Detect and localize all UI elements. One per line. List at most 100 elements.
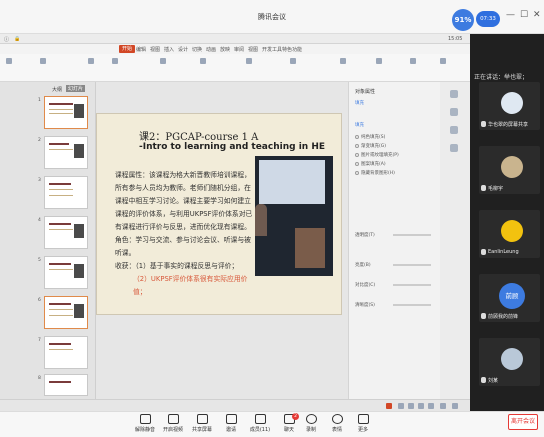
fill-option: 纯色填充(S) (355, 134, 385, 140)
screen-share-icon (481, 121, 486, 127)
slide-paragraph: 角色：学习与交流、参与讨论会议、听课与被听课。 (115, 236, 251, 257)
avatar (501, 92, 523, 114)
align-icon (200, 58, 206, 64)
fill-option: 图案填充(A) (355, 161, 386, 167)
mic-muted-icon (481, 313, 486, 319)
menu-item: 设计 (178, 47, 189, 53)
play-icon (428, 403, 434, 409)
lecturer-figure (255, 204, 267, 236)
minimize-icon[interactable]: — (506, 10, 515, 20)
meeting-title-bar: 腾讯会议 91% 07:33 — ☐ ✕ (0, 0, 544, 34)
layout-icon (88, 58, 94, 64)
menu-item: 特色功能 (282, 47, 303, 53)
podium (295, 228, 325, 268)
menu-item: 插入 (164, 47, 175, 53)
participant-tile[interactable]: 华也翠的屏幕共享 (479, 82, 540, 130)
more-icon (357, 414, 369, 424)
sharpness-slider (393, 304, 431, 306)
transparency-slider (393, 234, 431, 236)
mic-muted-icon (481, 249, 486, 255)
menu-item: 动画 (206, 47, 217, 53)
slide-paragraph: （2）UKPSF评价体系很有实际应用价值； (133, 275, 248, 296)
slide-number: 6 (38, 298, 41, 303)
performance-gauge[interactable]: 91% (452, 9, 474, 31)
slide-title: 课2：PGCAP-course 1 A (139, 132, 259, 143)
emoji-icon (331, 414, 343, 424)
object-properties-pane: 对象属性 填充 填充 纯色填充(S) 渐变填充(G) 图片或纹理填充(P) 图案… (348, 82, 440, 399)
more-button[interactable]: 更多 (346, 414, 380, 433)
slide-thumbnail (44, 176, 88, 209)
participant-name: 华也翠的屏幕共享 (488, 122, 529, 128)
presenter-status-bar (0, 399, 470, 411)
bold-icon (160, 58, 166, 64)
slide-thumbnail (44, 336, 88, 369)
zoom-icon (440, 403, 446, 409)
presenter-system-bar: ⓘ 🔒 15:05 (0, 34, 470, 44)
menu-item: 放映 (220, 47, 231, 53)
replace-icon (410, 58, 416, 64)
menu-item: 视图 (248, 47, 259, 53)
shape-icon (290, 58, 296, 64)
menu-item: 审阅 (234, 47, 245, 53)
slider-label: 亮度(B) (355, 263, 371, 268)
view-normal-icon (398, 403, 404, 409)
participant-tile[interactable]: EanlinLeung (479, 210, 540, 258)
maximize-icon[interactable]: ☐ (520, 10, 528, 20)
textbox-icon (246, 58, 252, 64)
slide-thumbnail (44, 374, 88, 396)
participant-tile[interactable]: 刘某 (479, 338, 540, 386)
fill-option: 图片或纹理填充(P) (355, 152, 399, 158)
slide-paragraph: 课程属性：该课程为格大新晋教师培训课程，所有参与人员均为教师。老师们随机分组，在… (115, 171, 253, 231)
close-icon[interactable]: ✕ (533, 10, 541, 20)
participant-tile[interactable]: 前顾 前顾我的前锋 (479, 274, 540, 322)
projector-screen (259, 160, 325, 204)
avatar (501, 348, 523, 370)
wps-logo-icon (386, 403, 392, 409)
mic-muted-icon (481, 377, 486, 383)
slide-thumbnail (44, 96, 88, 129)
slide-body: 课程属性：该课程为格大新晋教师培训课程，所有参与人员均为教师。老师们随机分组，在… (115, 169, 257, 299)
slide-subtitle: -Intro to learning and teaching in HE (139, 142, 325, 152)
participant-tile[interactable]: 毛柳宇 (479, 146, 540, 194)
slide-thumbnail-pane: 大纲 幻灯片 1 2 3 4 5 6 7 8 (0, 82, 96, 399)
menu-start-tab: 开始 (119, 45, 136, 53)
slide-thumbnail (44, 256, 88, 289)
view-sorter-icon (408, 403, 414, 409)
mic-icon (139, 414, 151, 424)
presenter-ribbon (0, 54, 470, 82)
meeting-timer: 07:33 (476, 11, 500, 27)
slide-number: 8 (38, 376, 41, 381)
brightness-slider (393, 264, 431, 266)
fill-option: 隐藏背景图形(H) (355, 170, 395, 176)
view-reading-icon (418, 403, 424, 409)
slide-number: 1 (38, 98, 41, 103)
invite-icon (225, 414, 237, 424)
menu-item: 开发工具 (262, 47, 283, 53)
participant-name: 前顾我的前锋 (488, 314, 519, 320)
menu-item: 编辑 (136, 47, 147, 53)
transition-icon (450, 126, 458, 134)
meeting-toolbar: 解除静音 开启视频 共享屏幕 邀请 成员(11) 2 聊天 录制 表情 更多 (0, 411, 544, 437)
fill-option: 渐变填充(G) (355, 143, 386, 149)
slide-thumbnail (44, 136, 88, 169)
slider-label: 对比度(C) (355, 283, 376, 288)
animation-icon (450, 108, 458, 116)
presenter-menu-bar: 开始 编辑 视图 插入 设计 切换 动画 放映 审阅 视图 开发工具 特色功能 (0, 44, 470, 54)
participant-name: 毛柳宇 (488, 186, 504, 192)
screen-share-icon (196, 414, 208, 424)
mic-muted-icon (481, 185, 486, 191)
font-icon (112, 58, 118, 64)
camera-icon (167, 414, 179, 424)
property-icon (450, 90, 458, 98)
new-slide-icon (40, 58, 46, 64)
avatar (501, 220, 523, 242)
slider-label: 清晰度(S) (355, 303, 375, 308)
slide-number: 7 (38, 338, 41, 343)
leave-meeting-button[interactable]: 离开会议 (508, 414, 538, 430)
slide-number: 4 (38, 218, 41, 223)
paste-icon (6, 58, 12, 64)
select-pane-icon (450, 144, 458, 152)
slide-thumbnail (44, 216, 88, 249)
contrast-slider (393, 284, 431, 286)
participant-name: EanlinLeung (488, 249, 519, 255)
